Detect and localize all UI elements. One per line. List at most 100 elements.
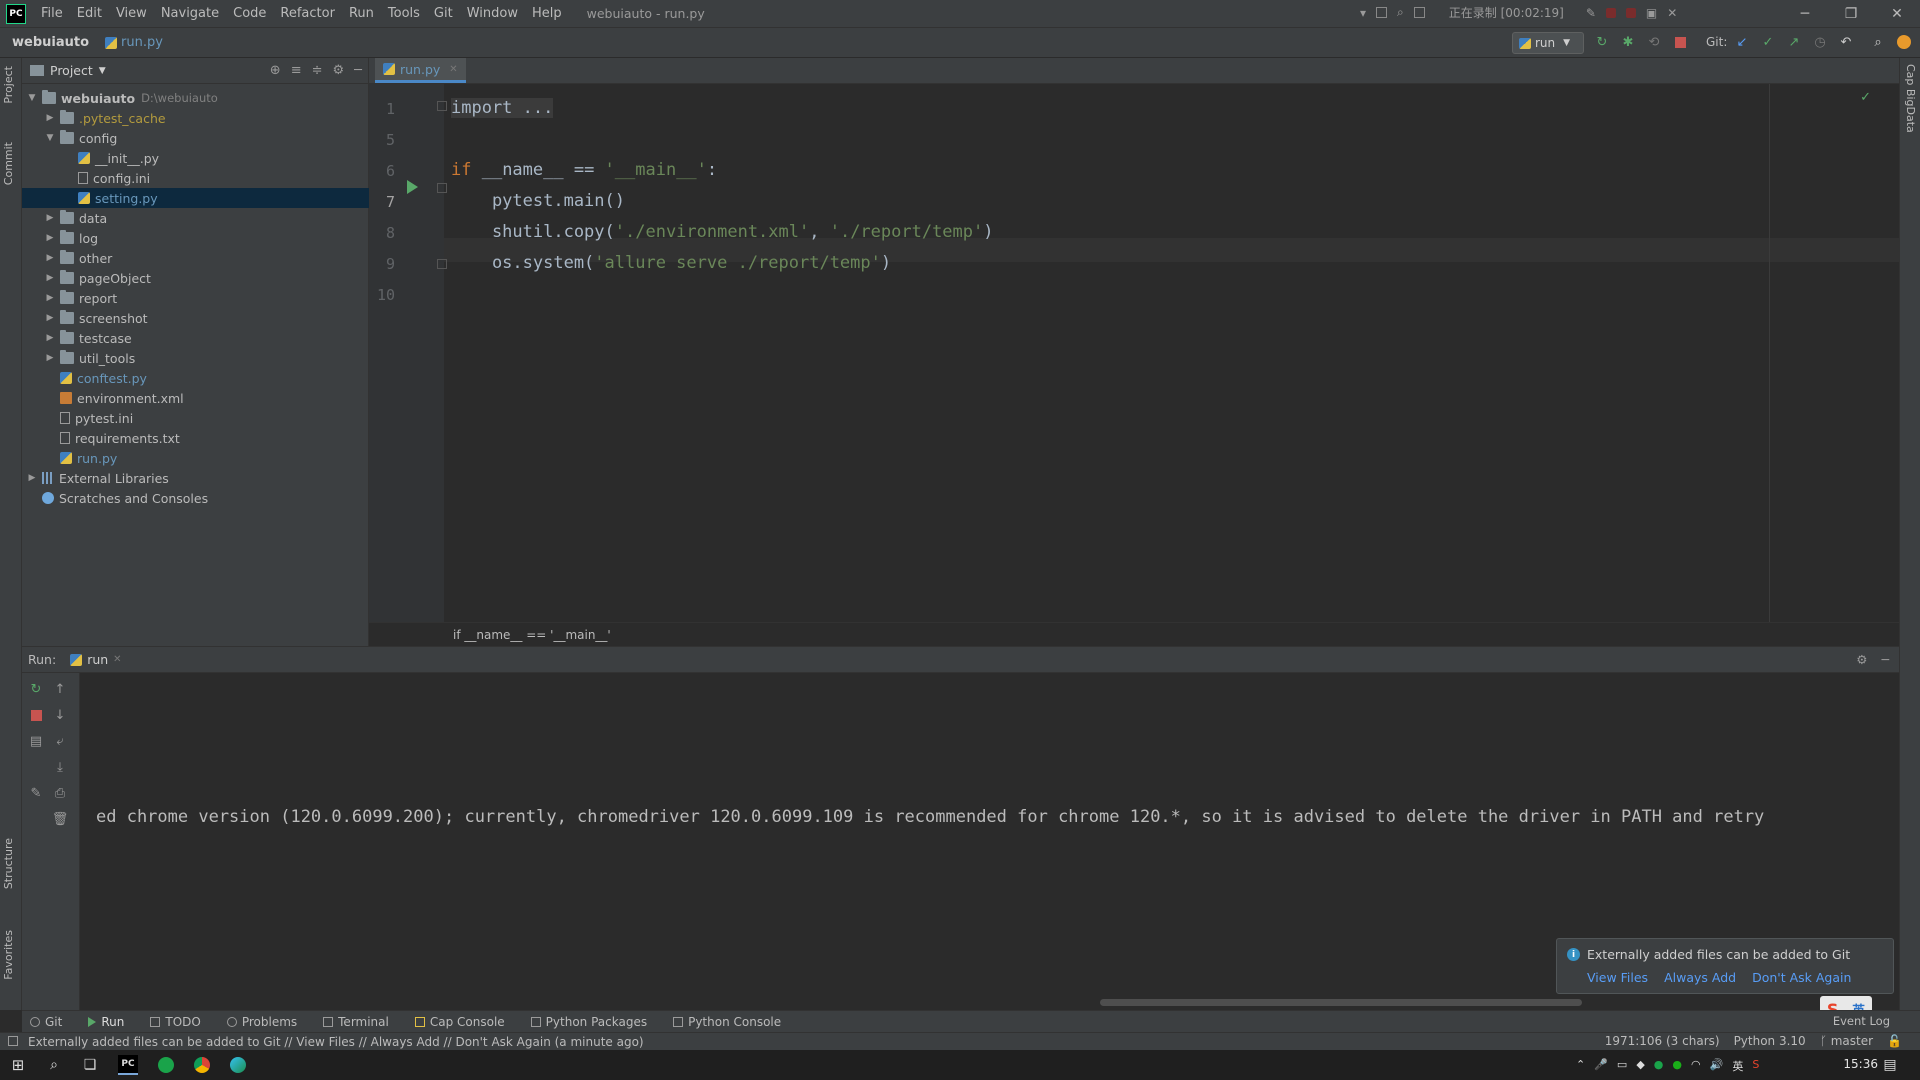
line-number[interactable]: 8 [369,224,395,242]
battery-icon[interactable]: ▭ [1617,1058,1627,1074]
minimize-icon[interactable]: ─ [1782,0,1828,28]
layout-icon[interactable]: ▤ [28,733,44,749]
menu-git[interactable]: Git [427,6,460,21]
code-line[interactable]: if __name__ == '__main__': [451,160,717,180]
restore-icon[interactable] [1376,7,1388,18]
line-number[interactable]: 10 [369,286,395,304]
rerun-icon[interactable]: ↻ [28,681,44,697]
caret-position[interactable]: 1971:106 (3 chars) [1605,1034,1720,1048]
git-branch[interactable]: ᚴ master [1820,1034,1873,1048]
chevron-right-icon[interactable]: ▶ [44,213,56,223]
tab-terminal[interactable]: Terminal [323,1015,389,1029]
project-view-title[interactable]: Project [50,63,93,78]
menu-run[interactable]: Run [342,6,381,21]
tree-item[interactable]: run.py [22,448,369,468]
chrome-icon[interactable] [192,1055,212,1075]
git-commit-icon[interactable]: ✓ [1760,34,1776,50]
run-gutter-icon[interactable] [407,180,418,194]
windows-start-icon[interactable]: ⊞ [8,1055,28,1075]
tree-item[interactable]: ▼ webuiauto D:\webuiauto [22,88,369,108]
updates-icon[interactable] [1896,34,1912,50]
tab-cap-bigdata[interactable]: Cap BigData [1904,64,1917,133]
tree-item[interactable]: ▶ data [22,208,369,228]
tree-item[interactable]: ▶ report [22,288,369,308]
no-problems-icon[interactable]: ✓ [1860,90,1871,105]
tree-item[interactable]: ▶ .pytest_cache [22,108,369,128]
git-history-icon[interactable]: ◷ [1812,34,1828,50]
scroll-up-icon[interactable]: ↑ [52,681,68,697]
wifi-icon[interactable]: ◠ [1691,1058,1701,1074]
chevron-right-icon[interactable]: ▶ [44,293,56,303]
dropdown-icon[interactable]: ▾ [1360,6,1366,20]
chevron-down-icon[interactable]: ▼ [26,93,38,103]
console-output[interactable]: ed chrome version (120.0.6099.200); curr… [96,807,1764,827]
breadcrumb-project[interactable]: webuiauto [12,35,89,50]
chevron-right-icon[interactable]: ▶ [44,353,56,363]
tab-todo[interactable]: TODO [150,1015,201,1029]
ime-lang[interactable]: 英 [1732,1058,1743,1074]
line-number[interactable]: 1 [369,100,395,118]
maximize-icon[interactable]: ❐ [1828,0,1874,28]
task-view-icon[interactable]: ❏ [80,1055,100,1075]
tree-item[interactable]: __init__.py [22,148,369,168]
expand-all-icon[interactable]: ≡ [291,63,302,78]
tree-item[interactable]: conftest.py [22,368,369,388]
taskbar-clock[interactable]: 15:36 [1843,1057,1878,1071]
trash-icon[interactable]: 🗑 [52,811,69,827]
stop-recording-icon[interactable] [1625,7,1636,18]
stop-icon[interactable] [1672,34,1688,50]
code-line[interactable]: import ... [451,98,554,118]
app-green-tray-icon[interactable]: ● [1654,1058,1664,1074]
pause-recording-icon[interactable] [1605,7,1616,18]
tab-project[interactable]: Project [2,66,15,104]
gear-icon[interactable]: ⚙ [1856,652,1867,667]
wechat-icon[interactable]: ● [1672,1058,1682,1074]
editor-tab-run-py[interactable]: run.py ✕ [375,58,466,83]
breadcrumb-file[interactable]: run.py [105,35,163,50]
chevron-down-icon[interactable]: ▼ [99,66,106,76]
pin-icon[interactable]: ✎ [28,785,44,801]
chevron-down-icon[interactable]: ▼ [44,133,56,143]
close-tab-icon[interactable]: ✕ [113,654,121,665]
tab-problems[interactable]: Problems [226,1015,297,1029]
menu-help[interactable]: Help [525,6,569,21]
run-tab[interactable]: run ✕ [70,652,122,667]
event-log-button[interactable]: Event Log [1833,1014,1890,1028]
fold-icon[interactable] [437,101,447,111]
gear-icon[interactable]: ⚙ [333,63,345,78]
locate-icon[interactable]: ⊕ [270,63,281,78]
sogou-tray-icon[interactable]: S [1752,1058,1759,1074]
window-icon[interactable] [1413,7,1425,18]
print-icon[interactable]: ⎙ [52,785,68,801]
close-tab-icon[interactable]: ✕ [449,64,457,75]
chevron-right-icon[interactable]: ▶ [26,473,38,483]
menu-edit[interactable]: Edit [70,6,109,21]
tree-item[interactable]: setting.py [22,188,369,208]
pycharm-taskbar-icon[interactable]: PC [118,1055,138,1075]
dont-ask-again-link[interactable]: Don't Ask Again [1752,970,1851,985]
tree-item[interactable]: ▶ log [22,228,369,248]
volume-icon[interactable]: 🔊 [1710,1058,1724,1074]
view-files-link[interactable]: View Files [1587,970,1648,985]
status-message[interactable]: Externally added files can be added to G… [28,1035,644,1049]
tab-structure[interactable]: Structure [2,838,15,889]
git-update-icon[interactable]: ↙ [1734,34,1750,50]
soft-wrap-icon[interactable]: ⤶ [52,733,68,749]
tab-git[interactable]: Git [30,1015,62,1029]
fold-icon[interactable] [437,183,447,193]
menu-view[interactable]: View [109,6,154,21]
search-everywhere-icon[interactable]: ⌕ [1870,34,1886,50]
notifications-icon[interactable]: ▤ [1880,1055,1900,1075]
code-line[interactable]: os.system('allure serve ./report/temp') [451,253,891,273]
line-number[interactable]: 6 [369,162,395,180]
tab-cap-console[interactable]: Cap Console [414,1015,505,1029]
status-panel-icon[interactable] [8,1036,18,1046]
tree-item[interactable]: requirements.txt [22,428,369,448]
rerun-icon[interactable]: ↻ [1594,34,1610,50]
tree-item[interactable]: ▶ pageObject [22,268,369,288]
tab-python-console[interactable]: Python Console [673,1015,781,1029]
line-number[interactable]: 7 [369,193,395,211]
chevron-right-icon[interactable]: ▶ [44,313,56,323]
tree-item[interactable]: Scratches and Consoles [22,488,369,508]
microphone-icon[interactable]: 🎤 [1594,1058,1608,1074]
